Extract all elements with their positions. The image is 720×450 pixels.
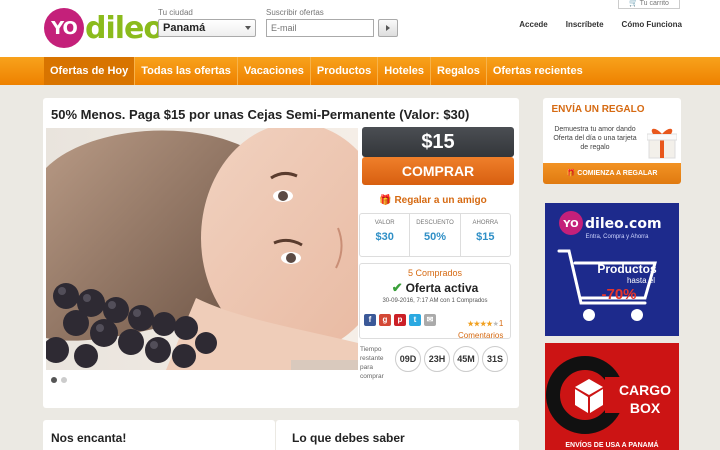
nav-item-productos[interactable]: Productos	[311, 57, 379, 85]
timer-seconds: 31S	[482, 346, 508, 372]
nav-item-vacaciones[interactable]: Vacaciones	[238, 57, 311, 85]
nav-item-ofertas-de-hoy[interactable]: Ofertas de Hoy	[44, 57, 136, 85]
city-select-value: Panamá	[163, 22, 206, 34]
timer-days: 09D	[395, 346, 421, 372]
gift-icon: 🎁	[379, 195, 392, 206]
cargo-box-ad-graphic: CARGO BOX ENVÍOS DE USA A PANAMÁ	[546, 356, 671, 449]
send-gift-card: ENVÍA UN REGALO Demuestra tu amor dando …	[543, 98, 681, 184]
gift-to-friend-link[interactable]: 🎁 Regalar a un amigo	[379, 195, 487, 206]
main-nav: Ofertas de Hoy Todas las ofertas Vacacio…	[0, 57, 720, 85]
deal-title: 50% Menos. Paga $15 por unas Cejas Semi-…	[51, 107, 470, 122]
ad-logo-yo: YO	[562, 219, 578, 230]
stat-ahorra: AHORRA $15	[461, 214, 510, 256]
ad-footer: ENVÍOS DE USA A PANAMÁ	[565, 440, 658, 449]
stat-value: 50%	[423, 231, 446, 243]
panel-title: Lo que debes saber	[292, 431, 405, 445]
ad-headline: Productos	[597, 262, 657, 276]
checkmark-icon: ✔	[391, 280, 403, 295]
google-plus-icon[interactable]: g	[379, 314, 391, 326]
email-share-icon[interactable]: ✉	[424, 314, 436, 326]
nav-item-todas-las-ofertas[interactable]: Todas las ofertas	[135, 57, 238, 85]
city-select[interactable]: Panamá	[158, 19, 256, 37]
twitter-icon[interactable]: t	[409, 314, 421, 326]
facebook-icon[interactable]: f	[364, 314, 376, 326]
start-gifting-label: COMIENZA A REGALAR	[577, 170, 658, 177]
site-header: YO dileo Tu ciudad Panamá Suscribir ofer…	[0, 0, 720, 57]
deal-active-label: Oferta activa	[405, 281, 479, 295]
subscribe-label: Suscribir ofertas	[266, 8, 324, 17]
buy-button[interactable]: COMPRAR	[362, 157, 514, 185]
logo-wordmark: dileo	[85, 10, 164, 46]
deal-stats: VALOR $30 DESCUENTO 50% AHORRA $15	[359, 213, 511, 257]
cart-link[interactable]: 🛒 Tu carrito	[618, 0, 680, 9]
ad-tagline: Entra, Compra y Ahorra	[585, 234, 649, 240]
countdown-timer: 09D 23H 45M 31S	[395, 346, 508, 372]
deal-photo-illustration	[46, 128, 358, 370]
nav-item-regalos[interactable]: Regalos	[431, 57, 487, 85]
city-label: Tu ciudad	[158, 8, 193, 17]
ad-brand-cargo: CARGO	[619, 382, 671, 398]
timer-label: Tiempo restante para comprar	[360, 346, 384, 380]
rating-row: ★★★★★1	[458, 313, 504, 331]
cart-label: Tu carrito	[639, 0, 669, 7]
gift-box-icon	[647, 128, 677, 159]
cart-icon: 🛒	[629, 0, 638, 7]
share-buttons: f g p t ✉	[364, 314, 436, 326]
stars-icon: ★★★★★	[467, 321, 499, 328]
deal-photo[interactable]	[46, 128, 358, 370]
comments-link[interactable]: Comentarios	[458, 331, 503, 340]
rating-count: 1	[498, 319, 504, 328]
stat-descuento: DESCUENTO 50%	[410, 214, 461, 256]
carousel-dot[interactable]	[61, 377, 67, 383]
arrow-right-icon	[386, 25, 390, 31]
cargo-box-ad[interactable]: CARGO BOX ENVÍOS DE USA A PANAMÁ	[545, 343, 679, 450]
account-links: Accede Inscríbete Cómo Funciona	[519, 20, 682, 29]
logo-yo-badge: YO	[44, 8, 84, 48]
stat-label: DESCUENTO	[416, 220, 454, 226]
site-logo[interactable]: YO dileo	[44, 8, 164, 48]
gift-card-title: ENVÍA UN REGALO	[551, 104, 645, 115]
panel-nos-encanta: Nos encanta!	[43, 420, 275, 450]
subscribe-submit-button[interactable]	[378, 19, 398, 37]
pinterest-icon[interactable]: p	[394, 314, 406, 326]
gift-link-label: Regalar a un amigo	[394, 195, 487, 206]
stat-value: $15	[476, 231, 495, 243]
nav-item-ofertas-recientes[interactable]: Ofertas recientes	[487, 57, 589, 85]
ad-logo-wordmark: dileo.com	[585, 216, 662, 232]
timer-hours: 23H	[424, 346, 450, 372]
ad-subheadline: hasta el	[627, 276, 655, 285]
yodileo-ad-graphic: YO dileo.com Entra, Compra y Ahorra Prod…	[557, 211, 662, 321]
sold-count: 5 Comprados	[407, 268, 463, 278]
carousel-dot[interactable]	[51, 377, 57, 383]
signup-link[interactable]: Inscríbete	[566, 20, 604, 29]
rating[interactable]: ★★★★★1 Comentarios	[458, 313, 503, 340]
stat-label: VALOR	[374, 220, 395, 226]
price-display: $15	[362, 127, 514, 157]
panel-title: Nos encanta!	[51, 431, 127, 445]
chevron-down-icon	[245, 26, 251, 30]
carousel-dots	[51, 377, 67, 383]
ad-discount: -70%	[601, 286, 636, 303]
stat-label: AHORRA	[472, 220, 499, 226]
stat-valor: VALOR $30	[360, 214, 411, 256]
nav-item-hoteles[interactable]: Hoteles	[378, 57, 432, 85]
how-it-works-link[interactable]: Cómo Funciona	[622, 20, 682, 29]
email-input[interactable]	[266, 19, 374, 37]
deal-active-status: ✔ Oferta activa	[360, 280, 510, 296]
timer-minutes: 45M	[453, 346, 479, 372]
yodileo-products-ad[interactable]: YO dileo.com Entra, Compra y Ahorra Prod…	[545, 203, 679, 336]
login-link[interactable]: Accede	[519, 20, 547, 29]
panel-lo-que-debes-saber: Lo que debes saber	[276, 420, 519, 450]
gift-icon: 🎁	[566, 170, 578, 177]
deal-dateline: 30-09-2016, 7:17 AM con 1 Comprados	[382, 298, 488, 304]
gift-card-description: Demuestra tu amor dando Oferta del día o…	[553, 126, 637, 151]
ad-brand-box: BOX	[630, 400, 661, 416]
stat-value: $30	[375, 231, 394, 243]
deal-status-box: 5 Comprados ✔ Oferta activa 30-09-2016, 7…	[359, 263, 511, 340]
deal-card: 50% Menos. Paga $15 por unas Cejas Semi-…	[43, 98, 519, 408]
start-gifting-button[interactable]: 🎁 COMIENZA A REGALAR	[543, 163, 681, 184]
